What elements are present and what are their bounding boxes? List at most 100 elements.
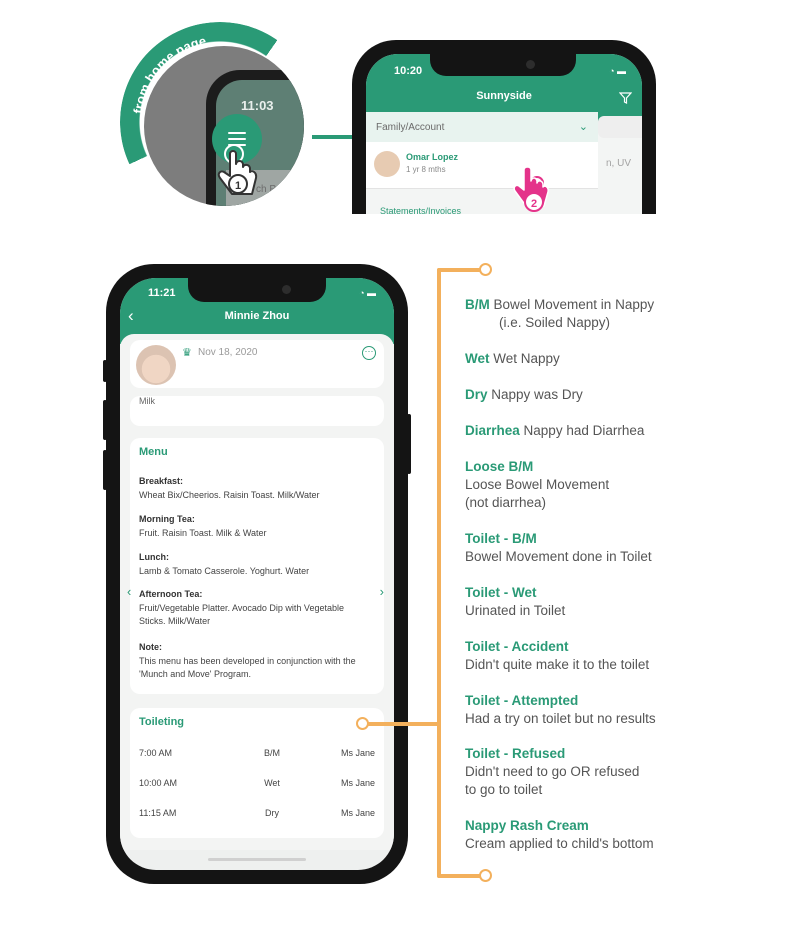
toileting-time: 7:00 AM (139, 748, 173, 758)
legend-item: B/M Bowel Movement in Nappy (i.e. Soiled… (465, 296, 785, 332)
phone-notch (430, 54, 576, 76)
phone-side-button (103, 360, 107, 382)
legend-bracket (437, 268, 441, 878)
phone-side-button (407, 414, 411, 474)
legend-desc: Wet Nappy (493, 351, 560, 366)
document-icon (302, 146, 304, 160)
legend-desc2: to go to toilet (465, 782, 543, 797)
phone-notch (188, 278, 326, 302)
zoomed-time: 11:03 (241, 98, 274, 113)
dropdown-label: Family/Account (376, 122, 445, 133)
legend-code: Toilet - B/M (465, 531, 537, 546)
legend-desc: Didn't quite make it to the toilet (465, 657, 650, 672)
legend-desc: Bowel Movement done in Toilet (465, 549, 652, 564)
menu-card: Menu Breakfast: Wheat Bix/Cheerios. Rais… (127, 438, 384, 694)
phone-frame: 10:20 ◔ ▬ Sunnyside n, UV Family/Account… (352, 40, 656, 214)
bracket-end-dot (479, 263, 492, 276)
legend-connector (366, 722, 440, 726)
menu-section-text: Lamb & Tomato Casserole. Yoghurt. Water (139, 566, 310, 576)
legend-desc: Nappy had Diarrhea (523, 423, 645, 438)
next-arrow-icon[interactable]: › (380, 584, 384, 599)
phone-side-button (103, 400, 107, 440)
legend-desc: Bowel Movement in Nappy (493, 297, 655, 312)
legend-item: Toilet - Refused Didn't need to go OR re… (465, 745, 785, 799)
wifi-battery-icon: ◔ ▬ (609, 66, 626, 76)
legend-item: Toilet - B/M Bowel Movement done in Toil… (465, 530, 785, 566)
camera-dot (282, 285, 291, 294)
birthday-cake-icon: ♛ (182, 347, 192, 359)
profile-card: ♛ Nov 18, 2020 ··· (130, 340, 384, 388)
center-name: Sunnyside (476, 90, 532, 102)
menu-section-label: Lunch: (139, 552, 169, 562)
toileting-row: 7:00 AM B/M Ms Jane (130, 748, 384, 762)
child-details-phone: 11:21 ◔ ▬ ‹ Minnie Zhou ♛ Nov 18, 2020 ·… (103, 264, 411, 884)
divider (366, 188, 598, 189)
legend-bracket-bottom (437, 874, 483, 878)
filter-icon[interactable] (619, 92, 632, 104)
bracket-end-dot (479, 869, 492, 882)
previous-arrow-icon[interactable]: ‹ (127, 584, 131, 599)
legend-desc2: (not diarrhea) (465, 495, 547, 510)
side-panel (598, 116, 642, 138)
hamburger-icon (228, 132, 246, 134)
legend-item: Wet Wet Nappy (465, 350, 785, 368)
legend-item: Loose B/M Loose Bowel Movement (not diar… (465, 458, 785, 512)
legend-code: Toilet - Wet (465, 585, 537, 600)
wifi-battery-icon: ◔ ▬ (359, 288, 376, 298)
profile-date: Nov 18, 2020 (198, 347, 258, 358)
legend-item: Nappy Rash Cream Cream applied to child'… (465, 817, 785, 853)
legend-desc: Nappy was Dry (491, 387, 583, 402)
child-age: 1 yr 8 mths (406, 165, 446, 174)
legend-desc: Had a try on toilet but no results (465, 711, 656, 726)
chevron-down-icon: ⌄ (578, 121, 588, 133)
legend-code: B/M (465, 297, 490, 312)
toileting-type: Wet (264, 778, 280, 788)
phone-screen: 10:20 ◔ ▬ Sunnyside n, UV Family/Account… (366, 54, 642, 214)
statements-invoices-link[interactable]: Statements/Invoices (380, 206, 461, 214)
status-time: 11:21 (148, 287, 176, 299)
camera-dot (526, 60, 535, 69)
menu-section-text: Wheat Bix/Cheerios. Raisin Toast. Milk/W… (139, 490, 320, 500)
toileting-title: Toileting (139, 716, 185, 728)
phone-screen: 11:21 ◔ ▬ ‹ Minnie Zhou ♛ Nov 18, 2020 ·… (120, 278, 394, 870)
menu-section-label: Morning Tea: (139, 514, 195, 524)
more-options-icon[interactable]: ··· (362, 346, 376, 360)
status-time: 10:20 (394, 65, 423, 77)
legend-item: Diarrhea Nappy had Diarrhea (465, 422, 785, 440)
legend-code: Loose B/M (465, 459, 534, 474)
legend-desc2: (i.e. Soiled Nappy) (499, 315, 611, 330)
bottles-card: Milk (130, 396, 384, 426)
milk-text: Milk (139, 396, 155, 406)
step-badge-1: 1 (228, 174, 248, 194)
legend-item: Toilet - Attempted Had a try on toilet b… (465, 692, 785, 728)
legend-desc: Urinated in Toilet (465, 603, 566, 618)
menu-section-label: Note: (139, 642, 162, 652)
connector-dot (356, 717, 369, 730)
menu-section-text: This menu has been developed in conjunct… (139, 656, 356, 679)
menu-section-text: Fruit. Raisin Toast. Milk & Water (139, 528, 267, 538)
legend-code: Nappy Rash Cream (465, 818, 589, 833)
child-avatar (374, 151, 400, 177)
toileting-staff: Ms Jane (340, 778, 375, 788)
legend-code: Toilet - Accident (465, 639, 569, 654)
phone-side-button (103, 450, 107, 490)
family-account-dropdown[interactable]: Family/Account ⌄ (366, 112, 598, 142)
menu-section-label: Afternoon Tea: (139, 589, 203, 599)
menu-section-label: Breakfast: (139, 476, 184, 486)
legend-bracket-top (437, 268, 483, 272)
legend-code: Wet (465, 351, 490, 366)
child-list-item[interactable]: Omar Lopez 1 yr 8 mths (366, 142, 598, 188)
menu-title: Menu (139, 446, 168, 458)
legend-item: Toilet - Accident Didn't quite make it t… (465, 638, 785, 674)
legend-desc: Cream applied to child's bottom (465, 836, 654, 851)
legend-item: Dry Nappy was Dry (465, 386, 785, 404)
toileting-time: 11:15 AM (139, 808, 177, 818)
toileting-row: 11:15 AM Dry Ms Jane (130, 808, 384, 822)
legend-code: Toilet - Attempted (465, 693, 579, 708)
toileting-row: 10:00 AM Wet Ms Jane (130, 778, 384, 792)
toileting-time: 10:00 AM (139, 778, 178, 788)
child-name-title: Minnie Zhou (224, 310, 290, 322)
toileting-staff: Ms Jane (340, 748, 375, 758)
legend-code: Dry (465, 387, 488, 402)
legend-desc: Didn't need to go OR refused (465, 764, 640, 779)
